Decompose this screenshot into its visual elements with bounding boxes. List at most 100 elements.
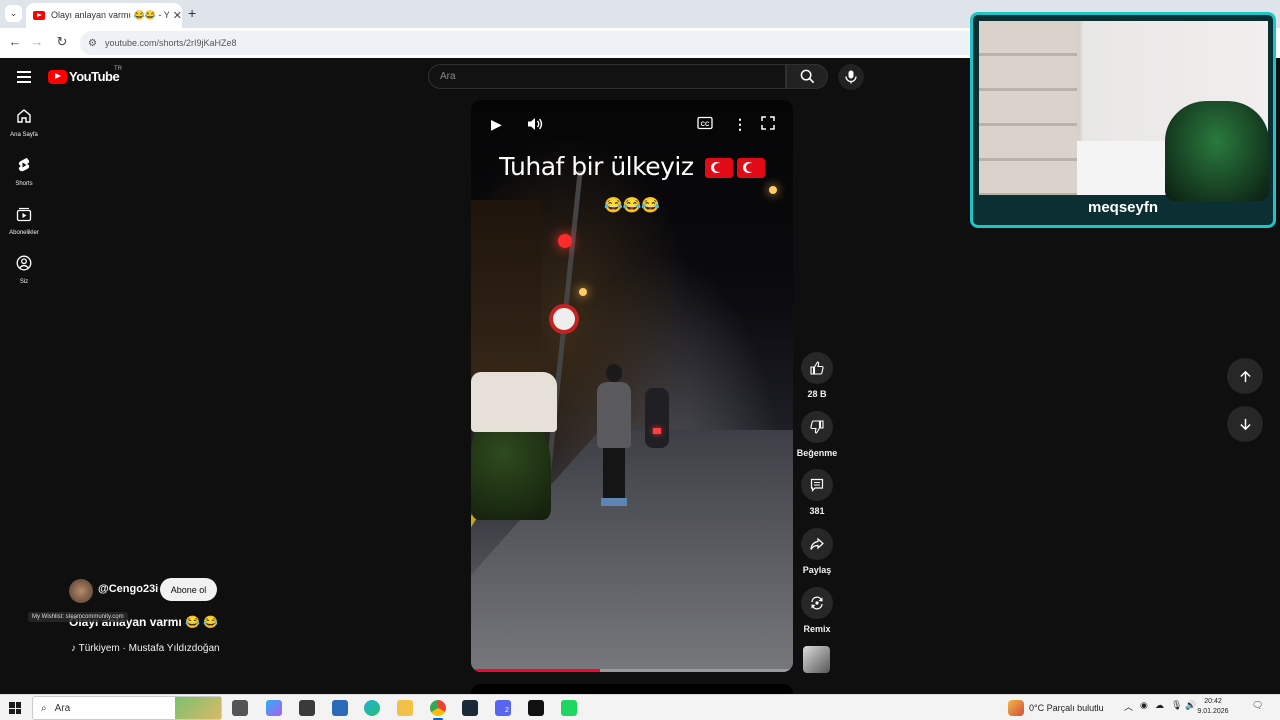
comments-button[interactable]: 381 (796, 469, 838, 516)
dislike-button[interactable]: Beğenme (796, 411, 838, 458)
site-info-icon[interactable]: ⚙ (88, 38, 97, 49)
streamer-webcam-overlay: meqseyfn (970, 12, 1276, 228)
audio-source-thumbnail[interactable] (803, 646, 830, 673)
channel-handle[interactable]: @Cengo23i (98, 583, 158, 595)
captions-icon[interactable]: CC (697, 116, 713, 130)
remix-label: Remix (803, 624, 831, 634)
arrow-up-icon (1239, 370, 1251, 382)
sidebar-item-shorts[interactable]: Shorts (0, 157, 48, 187)
tab-title: Olayı anlayan varmı 😂😂 - YouTube (50, 10, 169, 20)
wishlist-overlay: My Wishlist: steamcommunity.com (28, 612, 128, 622)
shorts-icon (18, 158, 30, 172)
webcam-feed (979, 21, 1269, 201)
search-icon: ⌕ (41, 702, 47, 714)
notifications-icon[interactable]: 🗨 (1252, 700, 1263, 711)
arrow-down-icon (1239, 418, 1251, 430)
short-video-player[interactable]: Tuhaf bir ülkeyiz 😂😂😂 ▶ CC ⋮ (471, 100, 793, 672)
thumbs-down-icon (810, 420, 824, 434)
music-track[interactable]: ♪ Türkiyem · Mustafa Yıldızdoğan (71, 643, 220, 654)
video-progress-fill (471, 669, 600, 672)
video-scene-car (471, 372, 557, 432)
next-short-button[interactable] (1227, 406, 1263, 442)
sidebar-item-subscriptions[interactable]: Abonelikler (0, 206, 48, 236)
forward-icon[interactable]: → (28, 34, 46, 49)
remix-button[interactable]: Remix (796, 587, 838, 634)
taskbar-search[interactable]: ⌕ Ara (32, 696, 222, 720)
windows-start-icon[interactable] (9, 702, 21, 714)
video-scene-sign (549, 304, 579, 334)
task-view-icon[interactable] (232, 700, 248, 716)
new-tab-button[interactable]: + (188, 5, 196, 21)
volume-icon[interactable] (527, 116, 543, 132)
like-count: 28 B (807, 389, 827, 399)
weather-text[interactable]: 0°C Parçalı bulutlu (1029, 703, 1104, 713)
video-scene-lamp (579, 288, 587, 296)
copilot-icon[interactable] (266, 700, 282, 716)
share-label: Paylaş (802, 565, 832, 575)
video-scene-lamp (769, 186, 777, 194)
steam-icon[interactable] (462, 700, 478, 716)
youtube-favicon-icon (33, 11, 45, 20)
discord-icon[interactable]: 2 (495, 700, 511, 716)
tray-expand-icon[interactable]: ︿ (1124, 700, 1133, 713)
taskbar-badge: 2 (505, 707, 509, 714)
youtube-logo-icon (48, 69, 67, 84)
share-button[interactable]: Paylaş (796, 528, 838, 575)
fullscreen-icon[interactable] (761, 116, 775, 130)
close-tab-icon[interactable]: ✕ (173, 9, 182, 22)
video-overlay-emojis: 😂😂😂 (603, 197, 661, 214)
more-options-icon[interactable]: ⋮ (733, 116, 747, 133)
browser-tab-active[interactable]: Olayı anlayan varmı 😂😂 - YouTube ✕ (26, 3, 182, 28)
chrome-browser-icon[interactable] (430, 700, 446, 720)
comment-icon (810, 478, 824, 492)
search-button[interactable] (786, 64, 828, 89)
streamer-name: meqseyfn (1087, 199, 1159, 216)
channel-avatar[interactable] (69, 579, 93, 603)
youtube-logo[interactable]: YouTube TR (48, 66, 122, 84)
reload-icon[interactable]: ↻ (53, 34, 71, 50)
speaker-icon[interactable]: 🔊 (1185, 700, 1196, 711)
microsoft-store-icon[interactable] (299, 700, 315, 716)
youtube-logo-text: YouTube (69, 69, 120, 84)
url-text[interactable]: youtube.com/shorts/2rI9jKaHZe8 (105, 38, 237, 48)
sidebar-item-home[interactable]: Ana Sayfa (0, 108, 48, 138)
obs-icon[interactable] (528, 700, 544, 716)
home-icon (17, 109, 31, 123)
webcam-gaming-chair (1165, 101, 1269, 201)
taskbar-search-placeholder: Ara (54, 702, 71, 714)
dislike-label: Beğenme (796, 448, 838, 458)
subscriptions-icon (16, 207, 32, 222)
video-scene-person (597, 364, 631, 506)
svg-text:CC: CC (701, 122, 710, 128)
weather-icon (1008, 700, 1024, 716)
tab-search-dropdown[interactable]: ⌄ (5, 5, 22, 22)
system-clock[interactable]: 20:42 9.01.2026 (1196, 697, 1230, 717)
account-icon (16, 255, 32, 271)
subscribe-button[interactable]: Abone ol (160, 578, 217, 601)
video-progress-bar[interactable] (471, 669, 793, 672)
app-icon[interactable] (561, 700, 577, 716)
previous-short-button[interactable] (1227, 358, 1263, 394)
windows-taskbar: ⌕ Ara 2 0°C Parçalı bulutlu ︿ ◉ ☁ 🎙 🔊 20… (0, 694, 1280, 720)
thumbs-up-icon (810, 361, 824, 375)
like-button[interactable]: 28 B (796, 352, 838, 399)
edge-browser-icon[interactable] (364, 700, 380, 716)
play-icon[interactable]: ▶ (491, 116, 502, 133)
menu-icon[interactable] (17, 71, 31, 86)
search-box[interactable] (428, 64, 786, 89)
microphone-icon (845, 70, 857, 84)
sidebar-item-you[interactable]: Siz (0, 255, 48, 285)
share-icon (810, 537, 824, 550)
file-explorer-icon[interactable] (397, 700, 413, 716)
tray-app-icon[interactable]: ◉ (1140, 700, 1148, 711)
back-icon[interactable]: ← (6, 34, 24, 49)
turkey-flag-icon (704, 158, 733, 178)
sidebar-item-label: Abonelikler (9, 230, 39, 236)
remix-icon (811, 596, 823, 610)
microphone-icon[interactable]: 🎙 (1171, 700, 1182, 711)
voice-search-button[interactable] (838, 64, 864, 90)
mail-icon[interactable] (332, 700, 348, 716)
search-input[interactable] (440, 71, 785, 82)
music-track-label: Türkiyem · Mustafa Yıldızdoğan (78, 643, 220, 654)
network-icon[interactable]: ☁ (1155, 700, 1164, 711)
